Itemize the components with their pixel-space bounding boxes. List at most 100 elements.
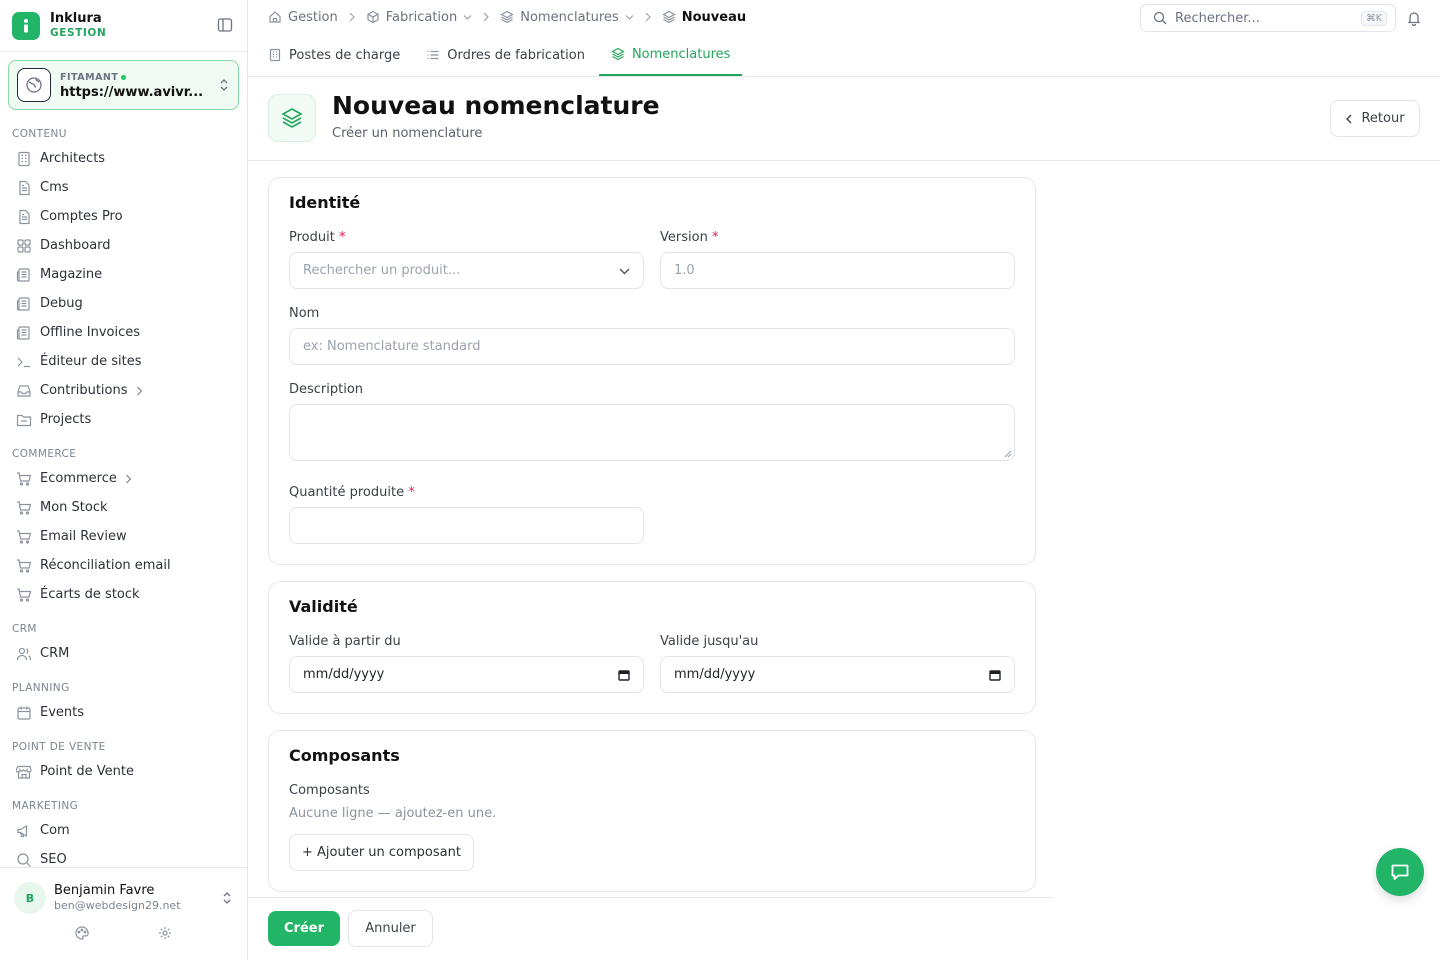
folder-icon bbox=[16, 412, 32, 428]
users-icon bbox=[16, 646, 32, 662]
search-input[interactable]: Rechercher... ⌘K bbox=[1140, 4, 1396, 32]
calendar-icon[interactable] bbox=[989, 669, 1001, 681]
sidebar-toggle-icon[interactable] bbox=[217, 17, 235, 35]
sidebar-item-projects[interactable]: Projects bbox=[0, 405, 247, 434]
sidebar-item-ecommerce[interactable]: Ecommerce bbox=[0, 464, 247, 493]
sidebar-item-label: Com bbox=[40, 823, 70, 838]
sidebar-item-cms[interactable]: Cms bbox=[0, 173, 247, 202]
newspaper-icon bbox=[16, 325, 32, 341]
sidebar-item-ecarts-de-stock[interactable]: Écarts de stock bbox=[0, 580, 247, 609]
search-icon bbox=[16, 852, 32, 868]
valid-to-label: Valide jusqu'au bbox=[660, 634, 759, 649]
chat-icon bbox=[1391, 864, 1409, 880]
sidebar-item-editeur-de-sites[interactable]: Éditeur de sites bbox=[0, 347, 247, 376]
chat-button[interactable] bbox=[1376, 848, 1424, 896]
add-component-button[interactable]: + Ajouter un composant bbox=[289, 834, 474, 871]
valid-from-label: Valide à partir du bbox=[289, 634, 401, 649]
sidebar-item-label: Point de Vente bbox=[40, 764, 135, 779]
sidebar-item-label: SEO bbox=[40, 852, 67, 867]
building-icon bbox=[16, 151, 32, 167]
user-name: Benjamin Favre bbox=[54, 883, 155, 898]
search-placeholder: Rechercher... bbox=[1175, 10, 1260, 26]
quantity-input[interactable] bbox=[289, 507, 644, 544]
sidebar-item-com[interactable]: Com bbox=[0, 816, 247, 845]
sidebar-item-offline-invoices[interactable]: Offline Invoices bbox=[0, 318, 247, 347]
create-button[interactable]: Créer bbox=[268, 911, 340, 946]
site-switcher[interactable]: FITAMANT https://www.avivr... bbox=[8, 60, 239, 110]
tab-label: Nomenclatures bbox=[631, 46, 731, 62]
sidebar-item-label: Email Review bbox=[40, 529, 127, 544]
cart-icon bbox=[16, 471, 32, 487]
name-placeholder: ex: Nomenclature standard bbox=[303, 339, 481, 354]
chevron-left-icon bbox=[1346, 114, 1352, 123]
megaphone-icon bbox=[16, 823, 32, 839]
valid-to-date-input[interactable]: mm/dd/yyyy bbox=[660, 656, 1015, 693]
chevron-right-icon bbox=[348, 12, 356, 22]
sidebar-item-reconciliation-email[interactable]: Réconciliation email bbox=[0, 551, 247, 580]
version-input[interactable]: 1.0 bbox=[660, 252, 1015, 289]
sidebar-item-magazine[interactable]: Magazine bbox=[0, 260, 247, 289]
chevron-down-icon bbox=[625, 13, 634, 21]
search-icon bbox=[1153, 11, 1167, 25]
identity-card: Identité Produit * Rechercher un produit… bbox=[268, 177, 1036, 565]
palette-icon[interactable] bbox=[75, 926, 89, 940]
date-value: mm/dd/yyyy bbox=[303, 667, 385, 682]
layers-icon bbox=[268, 94, 316, 142]
topbar: Gestion Fabrication Nomenclatures Nouvea… bbox=[248, 0, 1440, 34]
sidebar-item-comptes-pro[interactable]: Comptes Pro bbox=[0, 202, 247, 231]
components-card: Composants Composants Aucune ligne — ajo… bbox=[268, 730, 1036, 892]
tab-ordres-de-fabrication[interactable]: Ordres de fabrication bbox=[426, 34, 585, 76]
sidebar-section-title: POINT DE VENTE bbox=[12, 741, 106, 753]
chevron-right-icon bbox=[644, 12, 652, 22]
layers-icon bbox=[661, 10, 676, 24]
breadcrumb-nomenclatures[interactable]: Nomenclatures bbox=[500, 10, 634, 25]
date-value: mm/dd/yyyy bbox=[674, 667, 756, 682]
cart-icon bbox=[16, 587, 32, 603]
sidebar-item-label: Architects bbox=[40, 151, 106, 166]
file-icon bbox=[16, 209, 32, 225]
home-icon bbox=[268, 10, 282, 24]
product-select[interactable]: Rechercher un produit... bbox=[289, 252, 644, 289]
description-textarea[interactable] bbox=[289, 404, 1015, 461]
chevron-right-icon bbox=[125, 474, 132, 484]
brand: Inklura GESTION bbox=[0, 0, 247, 52]
page-subtitle: Créer un nomenclature bbox=[332, 126, 483, 141]
calendar-icon[interactable] bbox=[618, 669, 630, 681]
sidebar-item-events[interactable]: Events bbox=[0, 698, 247, 727]
resize-handle-icon[interactable] bbox=[1004, 450, 1012, 458]
terminal-icon bbox=[16, 354, 32, 370]
user-panel: B Benjamin Favre ben@webdesign29.net bbox=[0, 867, 247, 960]
building-icon bbox=[268, 48, 282, 62]
user-menu[interactable]: B Benjamin Favre ben@webdesign29.net bbox=[0, 868, 247, 914]
sidebar-item-seo[interactable]: SEO bbox=[0, 845, 247, 867]
chevron-updown-icon bbox=[221, 891, 233, 905]
valid-from-date-input[interactable]: mm/dd/yyyy bbox=[289, 656, 644, 693]
brand-name: Inklura bbox=[50, 10, 102, 26]
sidebar-item-label: CRM bbox=[40, 646, 70, 661]
breadcrumb-home[interactable]: Gestion bbox=[268, 10, 338, 25]
tab-label: Ordres de fabrication bbox=[447, 47, 585, 63]
sidebar-item-debug[interactable]: Debug bbox=[0, 289, 247, 318]
tab-nomenclatures[interactable]: Nomenclatures bbox=[598, 34, 743, 76]
sidebar-item-mon-stock[interactable]: Mon Stock bbox=[0, 493, 247, 522]
name-input[interactable]: ex: Nomenclature standard bbox=[289, 328, 1015, 365]
gear-icon[interactable] bbox=[158, 926, 172, 940]
sidebar-item-point-de-vente[interactable]: Point de Vente bbox=[0, 757, 247, 786]
bell-icon[interactable] bbox=[1406, 10, 1422, 26]
sidebar-section-title: CRM bbox=[12, 623, 37, 635]
chevron-right-icon bbox=[136, 386, 143, 396]
sidebar-item-architects[interactable]: Architects bbox=[0, 144, 247, 173]
breadcrumb-fabrication[interactable]: Fabrication bbox=[366, 10, 472, 25]
sidebar-item-email-review[interactable]: Email Review bbox=[0, 522, 247, 551]
sidebar-item-dashboard[interactable]: Dashboard bbox=[0, 231, 247, 260]
cancel-button[interactable]: Annuler bbox=[348, 910, 433, 947]
sidebar-item-crm[interactable]: CRM bbox=[0, 639, 247, 668]
tab-postes-de-charge[interactable]: Postes de charge bbox=[268, 34, 400, 76]
sidebar-item-contributions[interactable]: Contributions bbox=[0, 376, 247, 405]
back-button[interactable]: Retour bbox=[1330, 100, 1420, 137]
components-title: Composants bbox=[289, 746, 400, 765]
